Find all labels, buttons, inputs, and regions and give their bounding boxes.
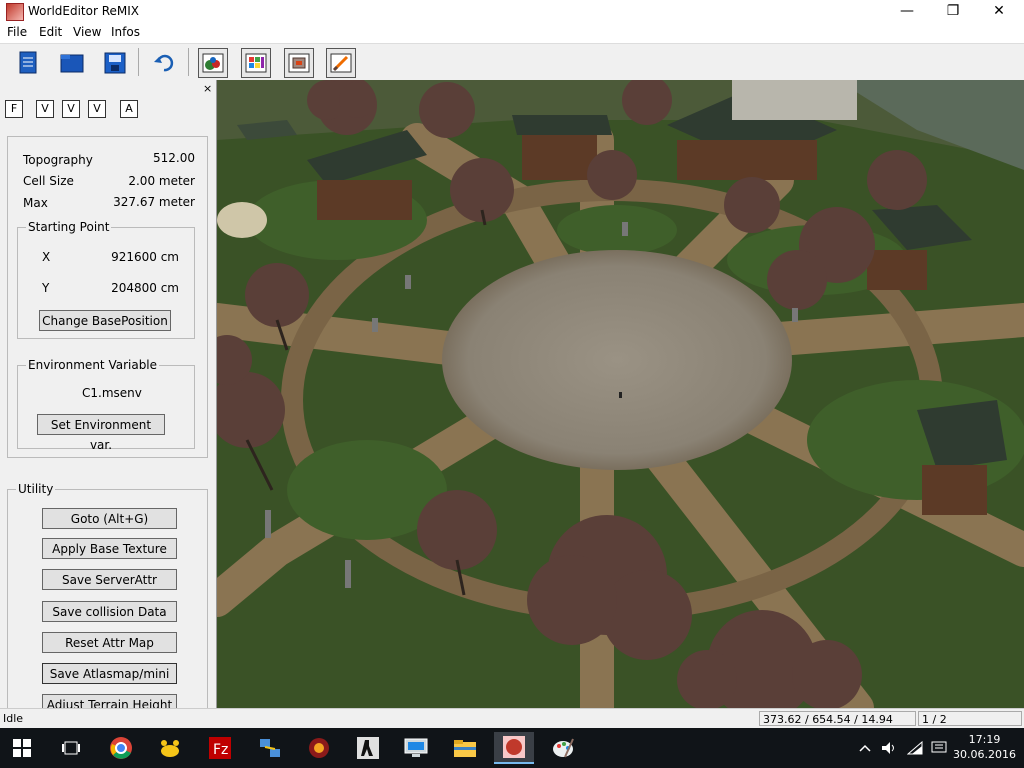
menu-file[interactable]: File <box>7 25 27 39</box>
tray-chevron-up-icon[interactable] <box>853 732 877 764</box>
x-label: X <box>42 250 51 264</box>
windows-start-icon[interactable] <box>2 732 42 764</box>
cellsize-label: Cell Size <box>23 174 74 188</box>
tab-v1[interactable]: V <box>36 100 54 118</box>
utility-legend: Utility <box>16 482 56 496</box>
status-text: Idle <box>3 712 24 725</box>
tab-f[interactable]: F <box>5 100 23 118</box>
max-label: Max <box>23 196 48 210</box>
task-view-icon[interactable] <box>51 732 91 764</box>
terrain-icon[interactable] <box>198 48 228 78</box>
counter-strike-icon[interactable] <box>348 732 388 764</box>
toolbar-separator <box>188 48 189 76</box>
change-baseposition-button[interactable]: Change BasePosition <box>39 310 171 331</box>
window-title: WorldEditor ReMIX <box>28 4 140 18</box>
starting-point-group: Starting Point X 921600 cm Y 204800 cm C… <box>17 220 195 339</box>
save-serverattr-button[interactable]: Save ServerAttr <box>42 569 177 590</box>
y-value: 204800 cm <box>111 281 179 295</box>
app-icon <box>6 3 24 21</box>
save-atlasmap-button[interactable]: Save Atlasmap/mini <box>42 663 177 684</box>
attribute-icon[interactable] <box>284 48 314 78</box>
status-bar: Idle 373.62 / 654.54 / 14.94 1 / 2 <box>0 708 1024 728</box>
info-group: Topography 512.00 Cell Size 2.00 meter M… <box>7 136 208 458</box>
paint-icon[interactable] <box>543 732 583 764</box>
environment-value: C1.msenv <box>82 386 142 400</box>
title-bar: WorldEditor ReMIX — ❐ ✕ <box>0 0 1024 22</box>
taskbar: Fz 17:19 30.06.2016 <box>0 728 1024 768</box>
minimize-button[interactable]: — <box>884 0 930 22</box>
max-value: 327.67 meter <box>113 195 195 209</box>
paw-app-icon[interactable] <box>150 732 190 764</box>
cellsize-value: 2.00 meter <box>128 174 195 188</box>
panel-close-button[interactable]: × <box>203 82 212 95</box>
file-explorer-icon[interactable] <box>445 732 485 764</box>
utility-group: Utility Goto (Alt+G) Apply Base Texture … <box>7 482 208 708</box>
topography-value: 512.00 <box>153 151 195 165</box>
environment-legend: Environment Variable <box>26 358 160 372</box>
network-tool-icon[interactable] <box>250 732 290 764</box>
menu-view[interactable]: View <box>73 25 101 39</box>
environment-group: Environment Variable C1.msenv Set Enviro… <box>17 358 195 452</box>
texture-icon[interactable] <box>241 48 271 78</box>
undo-icon[interactable] <box>149 48 179 78</box>
reset-attr-map-button[interactable]: Reset Attr Map <box>42 632 177 653</box>
terrain-scene <box>217 80 1024 708</box>
starting-point-legend: Starting Point <box>26 220 112 234</box>
save-icon[interactable] <box>100 48 130 78</box>
filezilla-icon[interactable]: Fz <box>200 732 240 764</box>
chrome-icon[interactable] <box>101 732 141 764</box>
map-viewport[interactable] <box>217 80 1024 708</box>
close-button[interactable]: ✕ <box>976 0 1022 22</box>
tab-v2[interactable]: V <box>62 100 80 118</box>
topography-label: Topography <box>23 153 93 167</box>
menu-infos[interactable]: Infos <box>111 25 140 39</box>
adjust-terrain-height-button[interactable]: Adjust Terrain Height <box>42 694 177 708</box>
worldeditor-taskbar-icon[interactable] <box>494 732 534 764</box>
toolbar <box>0 43 1024 81</box>
set-environment-button[interactable]: Set Environment var. <box>37 414 165 452</box>
brush-icon[interactable] <box>326 48 356 78</box>
action-center-icon[interactable] <box>927 732 951 764</box>
page-indicator: 1 / 2 <box>918 711 1022 726</box>
menu-bar: File Edit View Infos <box>0 23 1024 42</box>
tab-a[interactable]: A <box>120 100 138 118</box>
wifi-icon[interactable] <box>903 732 927 764</box>
save-collision-button[interactable]: Save collision Data <box>42 601 177 622</box>
open-folder-icon[interactable] <box>57 48 87 78</box>
x-value: 921600 cm <box>111 250 179 264</box>
apply-base-texture-button[interactable]: Apply Base Texture <box>42 538 177 559</box>
properties-panel: × F V V V A Topography 512.00 Cell Size … <box>0 80 217 708</box>
maximize-button[interactable]: ❐ <box>930 0 976 22</box>
clock-time: 17:19 <box>968 733 1001 746</box>
tab-v3[interactable]: V <box>88 100 106 118</box>
game-launcher-icon[interactable] <box>299 732 339 764</box>
remote-desktop-icon[interactable] <box>396 732 436 764</box>
system-clock[interactable]: 17:19 30.06.2016 <box>953 732 1016 762</box>
coordinates-readout: 373.62 / 654.54 / 14.94 <box>759 711 916 726</box>
clock-date: 30.06.2016 <box>953 748 1016 761</box>
toolbar-separator <box>138 48 139 76</box>
new-doc-icon[interactable] <box>13 48 43 78</box>
menu-edit[interactable]: Edit <box>39 25 62 39</box>
y-label: Y <box>42 281 50 295</box>
volume-icon[interactable] <box>877 732 901 764</box>
goto-button[interactable]: Goto (Alt+G) <box>42 508 177 529</box>
svg-text:Fz: Fz <box>213 742 228 758</box>
